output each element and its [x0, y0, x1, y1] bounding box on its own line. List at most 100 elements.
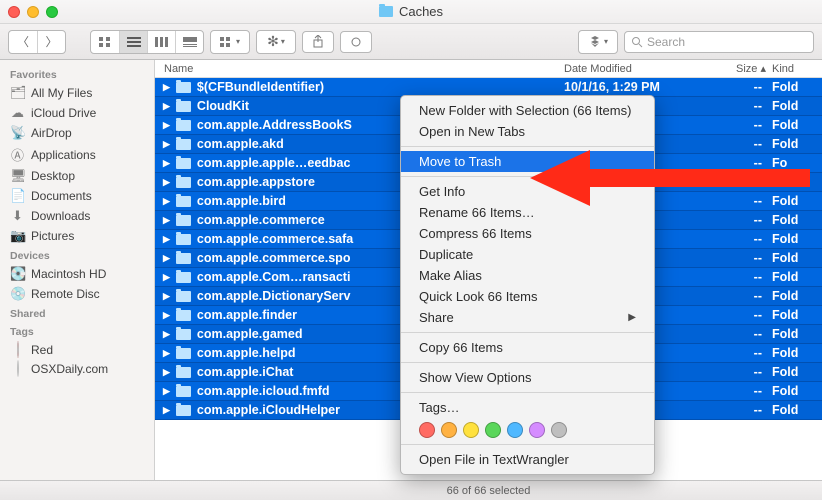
- menu-item-show-view-options[interactable]: Show View Options: [401, 367, 654, 388]
- column-kind[interactable]: Kind: [772, 63, 822, 75]
- menu-item-label: Move to Trash: [419, 154, 501, 169]
- window-title: Caches: [0, 4, 822, 19]
- menu-separator: [401, 362, 654, 363]
- file-kind: Fold: [772, 175, 822, 189]
- menu-item-move-to-trash[interactable]: Move to Trash: [401, 151, 654, 172]
- disclosure-triangle-icon[interactable]: ▶: [155, 253, 176, 264]
- menu-item-share[interactable]: Share▶: [401, 307, 654, 328]
- sidebar-item-icloud-drive[interactable]: ☁iCloud Drive: [0, 103, 154, 123]
- sidebar-item-osxdaily-com[interactable]: OSXDaily.com: [0, 359, 154, 378]
- sidebar-item-pictures[interactable]: 📷Pictures: [0, 226, 154, 246]
- sidebar: Favorites🗂All My Files☁iCloud Drive📡AirD…: [0, 60, 155, 480]
- dropbox-dropdown[interactable]: ▾: [578, 30, 618, 54]
- menu-item-get-info[interactable]: Get Info: [401, 181, 654, 202]
- menu-item-open-file-in-textwrangler[interactable]: Open File in TextWrangler: [401, 449, 654, 470]
- file-size: --: [714, 232, 772, 246]
- tag-color-swatch[interactable]: [419, 422, 435, 438]
- folder-icon: [176, 101, 191, 112]
- disclosure-triangle-icon[interactable]: ▶: [155, 196, 176, 207]
- menu-item-rename-66-items[interactable]: Rename 66 Items…: [401, 202, 654, 223]
- menu-item-compress-66-items[interactable]: Compress 66 Items: [401, 223, 654, 244]
- sidebar-item-applications[interactable]: ⒶApplications: [0, 143, 154, 166]
- menu-item-new-folder-with-selection-66-items[interactable]: New Folder with Selection (66 Items): [401, 100, 654, 121]
- tag-color-swatch[interactable]: [441, 422, 457, 438]
- disclosure-triangle-icon[interactable]: ▶: [155, 348, 176, 359]
- tag-color-swatch[interactable]: [507, 422, 523, 438]
- menu-item-label: Share: [419, 310, 454, 325]
- file-size: --: [714, 308, 772, 322]
- arrange-dropdown[interactable]: ▾: [210, 30, 250, 54]
- menu-item-label: New Folder with Selection (66 Items): [419, 103, 631, 118]
- tag-color-swatch[interactable]: [463, 422, 479, 438]
- column-size[interactable]: Size ▴: [714, 62, 772, 75]
- disclosure-triangle-icon[interactable]: ▶: [155, 177, 176, 188]
- file-kind: Fold: [772, 308, 822, 322]
- disclosure-triangle-icon[interactable]: ▶: [155, 405, 176, 416]
- folder-icon: [176, 158, 191, 169]
- disclosure-triangle-icon[interactable]: ▶: [155, 291, 176, 302]
- folder-icon: [176, 177, 191, 188]
- tags-button[interactable]: [340, 31, 372, 53]
- file-kind: Fold: [772, 194, 822, 208]
- menu-item-duplicate[interactable]: Duplicate: [401, 244, 654, 265]
- disclosure-triangle-icon[interactable]: ▶: [155, 329, 176, 340]
- file-kind: Fold: [772, 346, 822, 360]
- view-column-button[interactable]: [147, 31, 175, 53]
- menu-item-copy-66-items[interactable]: Copy 66 Items: [401, 337, 654, 358]
- sidebar-item-airdrop[interactable]: 📡AirDrop: [0, 123, 154, 143]
- menu-separator: [401, 332, 654, 333]
- sidebar-item-downloads[interactable]: ⬇Downloads: [0, 206, 154, 226]
- sidebar-item-all-my-files[interactable]: 🗂All My Files: [0, 83, 154, 103]
- menu-item-open-in-new-tabs[interactable]: Open in New Tabs: [401, 121, 654, 142]
- sidebar-item-macintosh-hd[interactable]: 💽Macintosh HD: [0, 264, 154, 284]
- disclosure-triangle-icon[interactable]: ▶: [155, 234, 176, 245]
- sidebar-item-desktop[interactable]: 🖥Desktop: [0, 166, 154, 186]
- disclosure-triangle-icon[interactable]: ▶: [155, 310, 176, 321]
- disclosure-triangle-icon[interactable]: ▶: [155, 158, 176, 169]
- file-size: --: [714, 175, 772, 189]
- disclosure-triangle-icon[interactable]: ▶: [155, 120, 176, 131]
- tag-color-swatch[interactable]: [485, 422, 501, 438]
- desktop-icon: 🖥: [10, 168, 25, 184]
- down-icon: ⬇: [10, 208, 25, 224]
- file-kind: Fold: [772, 213, 822, 227]
- sidebar-item-label: All My Files: [31, 86, 92, 100]
- sidebar-item-documents[interactable]: 📄Documents: [0, 186, 154, 206]
- column-name[interactable]: Name: [155, 63, 564, 75]
- search-field[interactable]: Search: [624, 31, 814, 53]
- view-icon-button[interactable]: [91, 31, 119, 53]
- disclosure-triangle-icon[interactable]: ▶: [155, 367, 176, 378]
- disclosure-triangle-icon[interactable]: ▶: [155, 215, 176, 226]
- sidebar-item-label: Documents: [31, 189, 92, 203]
- disclosure-triangle-icon[interactable]: ▶: [155, 272, 176, 283]
- context-menu[interactable]: New Folder with Selection (66 Items) Open…: [400, 95, 655, 475]
- disclosure-triangle-icon[interactable]: ▶: [155, 82, 176, 93]
- file-kind: Fold: [772, 365, 822, 379]
- menu-item-make-alias[interactable]: Make Alias: [401, 265, 654, 286]
- view-list-button[interactable]: [119, 31, 147, 53]
- share-button[interactable]: [302, 31, 334, 53]
- menu-item-quick-look-66-items[interactable]: Quick Look 66 Items: [401, 286, 654, 307]
- action-dropdown[interactable]: ✻▾: [256, 30, 296, 54]
- sidebar-item-label: iCloud Drive: [31, 106, 96, 120]
- file-kind: Fold: [772, 118, 822, 132]
- file-size: --: [714, 118, 772, 132]
- tag-color-swatch[interactable]: [529, 422, 545, 438]
- file-kind: Fold: [772, 327, 822, 341]
- file-date: 10/1/16, 1:29 PM: [564, 80, 714, 94]
- file-size: --: [714, 194, 772, 208]
- forward-button[interactable]: 〉: [37, 31, 65, 53]
- disclosure-triangle-icon[interactable]: ▶: [155, 101, 176, 112]
- back-button[interactable]: 〈: [9, 31, 37, 53]
- column-date[interactable]: Date Modified: [564, 63, 714, 75]
- file-size: --: [714, 365, 772, 379]
- menu-item-tags[interactable]: Tags…: [401, 397, 654, 418]
- sidebar-item-red[interactable]: Red: [0, 340, 154, 359]
- sidebar-item-remote-disc[interactable]: 💿Remote Disc: [0, 284, 154, 304]
- disclosure-triangle-icon[interactable]: ▶: [155, 386, 176, 397]
- menu-item-label: Open File in TextWrangler: [419, 452, 569, 467]
- tag-color-swatch[interactable]: [551, 422, 567, 438]
- view-coverflow-button[interactable]: [175, 31, 203, 53]
- file-size: --: [714, 156, 772, 170]
- disclosure-triangle-icon[interactable]: ▶: [155, 139, 176, 150]
